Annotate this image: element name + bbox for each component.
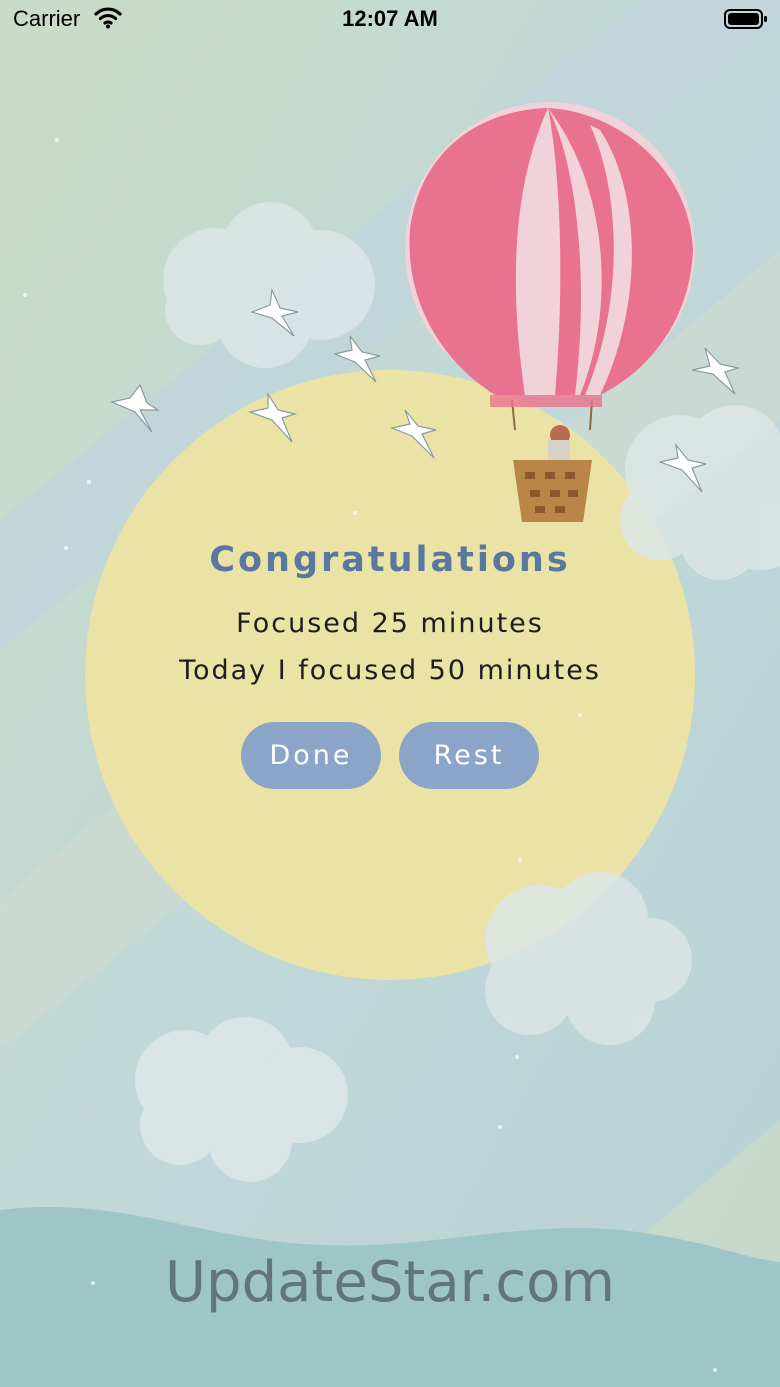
done-button[interactable]: Done bbox=[241, 722, 381, 789]
today-total-text: Today I focused 50 minutes bbox=[179, 655, 601, 686]
battery-icon bbox=[724, 8, 767, 29]
status-bar: Carrier 12:07 AM bbox=[0, 0, 780, 40]
page-title: Congratulations bbox=[209, 540, 571, 580]
result-panel: Congratulations bbox=[0, 540, 780, 580]
background-illustration bbox=[0, 0, 780, 1387]
rest-button[interactable]: Rest bbox=[399, 722, 539, 789]
watermark: UpdateStar.com bbox=[165, 1250, 615, 1315]
status-time: 12:07 AM bbox=[342, 6, 438, 31]
focused-session-text: Focused 25 minutes bbox=[236, 608, 544, 639]
